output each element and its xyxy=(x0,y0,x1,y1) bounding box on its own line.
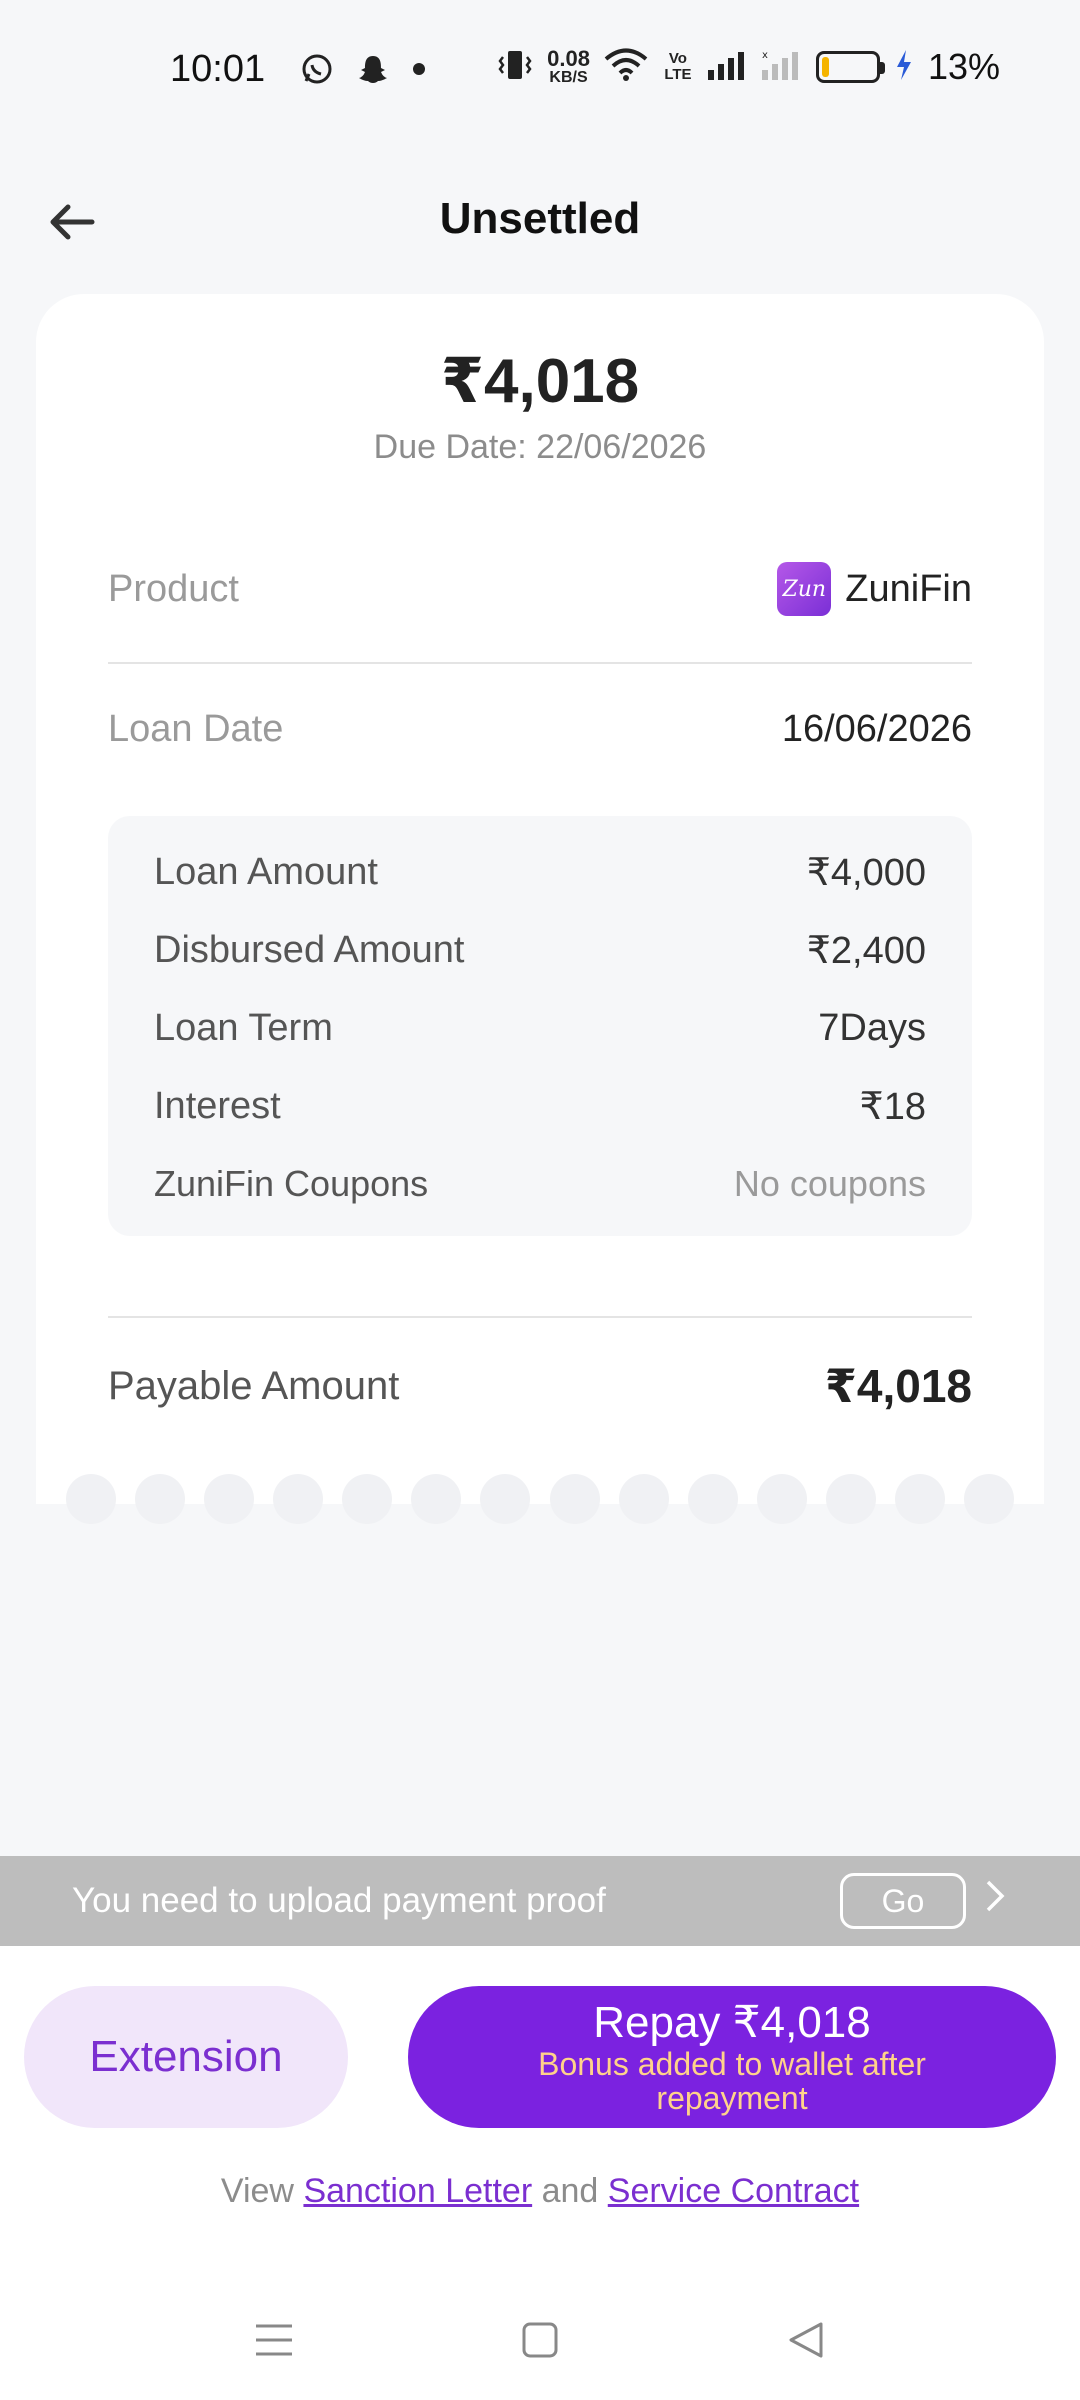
product-name: ZuniFin xyxy=(845,567,972,610)
go-button[interactable]: Go xyxy=(840,1873,966,1929)
product-value: Zun ZuniFin xyxy=(777,562,972,616)
details-row-coupons[interactable]: ZuniFin Coupons No coupons xyxy=(154,1154,926,1214)
vibrate-icon xyxy=(497,48,533,87)
volte-icon: Vo LTE xyxy=(664,50,692,83)
notification-icons xyxy=(300,52,426,91)
sanction-letter-link[interactable]: Sanction Letter xyxy=(303,2172,532,2210)
product-label: Product xyxy=(108,567,239,610)
details-row-loan-amount: Loan Amount ₹4,000 xyxy=(154,842,926,902)
chevron-right-icon[interactable] xyxy=(984,1876,1008,1927)
status-time: 10:01 xyxy=(170,48,266,90)
svg-text:x: x xyxy=(762,50,768,61)
upload-proof-text: You need to upload payment proof xyxy=(72,1881,606,1920)
loan-details-box: Loan Amount ₹4,000 Disbursed Amount ₹2,4… xyxy=(108,816,972,1236)
details-label: Loan Amount xyxy=(154,850,378,893)
payable-label: Payable Amount xyxy=(108,1363,400,1408)
product-row: Product Zun ZuniFin xyxy=(108,554,972,624)
details-label: Loan Term xyxy=(154,1006,333,1049)
triangle-back-icon xyxy=(789,2322,823,2358)
loan-date-value: 16/06/2026 xyxy=(781,707,972,750)
contract-middle: and xyxy=(532,2172,608,2210)
repay-button[interactable]: Repay ₹4,018 Bonus added to wallet after… xyxy=(408,1986,1056,2128)
home-button[interactable] xyxy=(510,2310,570,2370)
back-nav-button[interactable] xyxy=(776,2310,836,2370)
battery-percentage: 13% xyxy=(927,46,1000,87)
contract-prefix: View xyxy=(220,2172,304,2210)
details-value: ₹4,000 xyxy=(806,851,926,894)
system-icons: 0.08 KB/S Vo LTE x 13% xyxy=(497,46,1000,88)
home-square-icon xyxy=(522,2322,558,2358)
loan-date-label: Loan Date xyxy=(108,707,284,750)
repay-bonus-text: Bonus added to wallet after repayment xyxy=(538,2046,926,2116)
details-row-loan-term: Loan Term 7Days xyxy=(154,998,926,1058)
wifi-icon xyxy=(604,48,648,87)
card-scallop-edge xyxy=(36,1474,1044,1524)
due-date: Due Date: 22/06/2026 xyxy=(373,428,707,466)
header: Unsettled xyxy=(0,180,1080,260)
snapchat-icon xyxy=(356,52,390,91)
loan-card: ₹4,018 Due Date: 22/06/2026 Product Zun … xyxy=(36,294,1044,1504)
payable-value: ₹4,018 xyxy=(824,1360,972,1412)
extension-button[interactable]: Extension xyxy=(24,1986,348,2128)
upload-proof-banner[interactable]: You need to upload payment proof Go xyxy=(0,1856,1080,1946)
page-title: Unsettled xyxy=(439,194,641,243)
divider xyxy=(108,662,972,664)
whatsapp-icon xyxy=(300,52,334,91)
zunifin-logo: Zun xyxy=(777,562,832,616)
contract-links: View Sanction Letter and Service Contrac… xyxy=(0,2172,1080,2211)
loan-date-row: Loan Date 16/06/2026 xyxy=(108,694,972,764)
battery-icon xyxy=(815,51,885,83)
signal-icon xyxy=(707,50,748,85)
due-amount: ₹4,018 xyxy=(440,347,640,416)
menu-icon xyxy=(256,2324,292,2356)
menu-button[interactable] xyxy=(244,2310,304,2370)
divider xyxy=(108,1316,972,1318)
status-bar: 10:01 0.08 KB/S Vo LTE x 13% xyxy=(0,0,1080,140)
network-speed: 0.08 KB/S xyxy=(547,46,590,86)
coupons-value: No coupons xyxy=(733,1163,926,1204)
signal-empty-icon: x xyxy=(761,50,802,85)
service-contract-link[interactable]: Service Contract xyxy=(608,2172,859,2210)
system-nav-bar xyxy=(0,2290,1080,2380)
details-row-disbursed-amount: Disbursed Amount ₹2,400 xyxy=(154,920,926,980)
battery-level xyxy=(821,57,829,77)
details-label: ZuniFin Coupons xyxy=(154,1163,429,1204)
details-value: 7Days xyxy=(818,1006,926,1049)
dot-icon xyxy=(412,62,426,81)
details-value: ₹2,400 xyxy=(806,929,926,972)
details-value: ₹18 xyxy=(859,1085,926,1128)
details-label: Disbursed Amount xyxy=(154,928,465,971)
details-row-interest: Interest ₹18 xyxy=(154,1076,926,1136)
details-label: Interest xyxy=(154,1084,281,1127)
payable-row: Payable Amount ₹4,018 xyxy=(108,1346,972,1426)
repay-label: Repay ₹4,018 xyxy=(593,1998,871,2047)
charging-icon xyxy=(894,48,914,87)
